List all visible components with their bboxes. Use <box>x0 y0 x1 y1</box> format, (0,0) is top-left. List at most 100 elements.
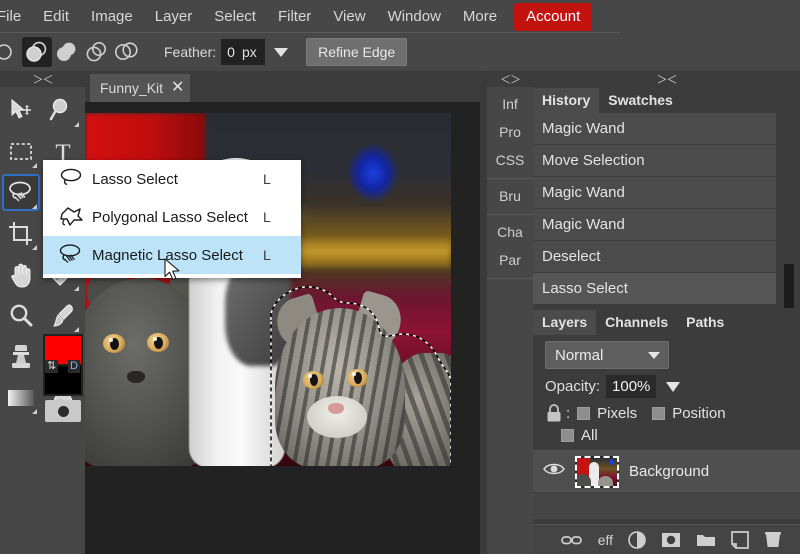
add-to-selection-button[interactable] <box>22 37 52 67</box>
adjustment-layer-icon[interactable] <box>628 531 646 549</box>
history-list[interactable]: Magic Wand Move Selection Magic Wand Mag… <box>533 113 800 308</box>
menu-item-polygonal-lasso-select[interactable]: Polygonal Lasso Select L <box>43 198 301 236</box>
menu-item-select[interactable]: Select <box>203 4 267 30</box>
rail-tab-brushes[interactable]: Bru <box>487 182 533 210</box>
tab-swatches[interactable]: Swatches <box>599 88 682 113</box>
quick-mask-icon <box>58 406 69 417</box>
layer-mask-icon[interactable] <box>661 532 681 548</box>
layer-list-empty-space <box>533 493 800 519</box>
document-tab-title: Funny_Kit <box>100 80 163 96</box>
tab-paths[interactable]: Paths <box>677 310 733 335</box>
layer-thumbnail[interactable] <box>575 456 619 488</box>
rail-group-2: Bru <box>487 179 533 215</box>
tab-channels[interactable]: Channels <box>596 310 677 335</box>
delete-layer-icon[interactable] <box>764 531 782 549</box>
menu-item-more[interactable]: More <box>452 4 508 30</box>
rail-tab-character[interactable]: Cha <box>487 218 533 246</box>
tool-magnifier[interactable] <box>0 295 42 336</box>
feather-input[interactable]: 0 px <box>221 39 265 65</box>
tool-hand[interactable] <box>0 254 42 295</box>
menu-item-file[interactable]: File <box>0 4 32 30</box>
lock-pixels-checkbox[interactable] <box>577 407 590 420</box>
menu-item-layer[interactable]: Layer <box>144 4 204 30</box>
collapsed-panel-rail: ＜＞ Inf Pro CSS Bru Cha Par <box>487 71 533 554</box>
history-item[interactable]: Magic Wand <box>533 209 776 241</box>
refine-edge-button[interactable]: Refine Edge <box>306 38 407 66</box>
tab-history[interactable]: History <box>533 88 599 113</box>
history-tab-strip: History Swatches <box>533 87 800 113</box>
rail-group-3: Cha Par <box>487 215 533 279</box>
history-item-current[interactable]: Lasso Select <box>533 273 776 305</box>
shortcut-lasso-select: L <box>263 171 301 187</box>
layer-effects-icon[interactable]: eff <box>598 532 613 548</box>
rail-tab-info[interactable]: Inf <box>487 90 533 118</box>
union-selection-button[interactable] <box>52 37 82 67</box>
layer-visibility-icon[interactable] <box>543 461 565 482</box>
menu-label-polygonal-lasso-select: Polygonal Lasso Select <box>92 209 263 226</box>
photo-editor-window: File Edit Image Layer Select Filter View… <box>0 0 800 554</box>
history-panel: ＞＜ History Swatches Magic Wand Move Sele… <box>533 71 800 308</box>
account-button[interactable]: Account <box>514 3 592 31</box>
menu-item-lasso-select[interactable]: Lasso Select L <box>43 160 301 198</box>
history-collapse-grip[interactable]: ＞＜ <box>533 71 800 87</box>
shortcut-polygonal-lasso-select: L <box>263 209 301 225</box>
tool-move[interactable] <box>0 90 42 131</box>
new-layer-icon[interactable] <box>731 531 749 549</box>
history-item[interactable]: Move Selection <box>533 145 776 177</box>
menu-item-magnetic-lasso-select[interactable]: Magnetic Lasso Select L <box>43 236 301 274</box>
menu-item-image[interactable]: Image <box>80 4 144 30</box>
menu-label-lasso-select: Lasso Select <box>92 171 263 188</box>
lock-all-checkbox[interactable] <box>561 429 574 442</box>
menu-item-view[interactable]: View <box>322 4 376 30</box>
opacity-chevron-down-icon[interactable] <box>666 382 680 392</box>
opacity-label: Opacity: <box>545 378 600 395</box>
layers-panel: Layers Channels Paths Normal Opacity: 10… <box>533 308 800 554</box>
feather-label: Feather: <box>164 44 216 60</box>
history-scrollbar-thumb[interactable] <box>784 264 794 308</box>
opacity-input[interactable]: 100% <box>606 375 656 398</box>
toolbar-collapse-grip[interactable]: ＞＜ <box>0 71 85 87</box>
history-item[interactable]: Magic Wand <box>533 177 776 209</box>
document-tab[interactable]: Funny_Kit ✕ <box>90 74 190 102</box>
rail-tab-css[interactable]: CSS <box>487 146 533 174</box>
tool-crop[interactable] <box>0 213 42 254</box>
tab-layers[interactable]: Layers <box>533 310 596 335</box>
rail-tab-paragraph[interactable]: Par <box>487 246 533 274</box>
lock-position-checkbox[interactable] <box>652 407 665 420</box>
menu-item-filter[interactable]: Filter <box>267 4 322 30</box>
layers-footer-toolbar: eff <box>533 524 800 554</box>
close-icon[interactable]: ✕ <box>171 81 184 95</box>
blend-mode-select[interactable]: Normal <box>545 341 669 369</box>
tool-options-bar: Feather: 0 px Refine Edge <box>0 33 800 71</box>
default-colors-icon[interactable]: D <box>68 360 80 373</box>
lasso-tool-flyout-menu[interactable]: Lasso Select L Polygonal Lasso Select L <box>43 160 301 278</box>
grey-kitten-nose <box>127 371 145 383</box>
selection-mode-group <box>0 37 142 67</box>
tool-gradient[interactable] <box>0 377 42 418</box>
new-group-icon[interactable] <box>696 532 716 548</box>
menu-item-edit[interactable]: Edit <box>32 4 80 30</box>
tool-brush[interactable] <box>42 295 84 336</box>
swap-colors-icon[interactable]: ⇅ <box>45 360 58 373</box>
color-swatch-area: ⇅ D <box>43 334 85 418</box>
subtract-from-selection-button[interactable] <box>82 37 112 67</box>
menu-item-window[interactable]: Window <box>377 4 452 30</box>
blend-mode-value: Normal <box>555 347 603 364</box>
chevron-down-icon[interactable] <box>274 48 288 57</box>
tool-zoom-select[interactable] <box>42 90 84 131</box>
chevron-down-icon <box>648 352 660 359</box>
link-layers-icon[interactable] <box>561 533 583 547</box>
rail-expand-grip[interactable]: ＜＞ <box>487 71 533 87</box>
tool-rectangular-marquee[interactable] <box>0 131 42 172</box>
intersect-selection-button[interactable] <box>112 37 142 67</box>
quick-mask-button[interactable] <box>45 400 81 422</box>
tool-clone-stamp[interactable] <box>0 336 42 377</box>
history-item[interactable]: Magic Wand <box>533 113 776 145</box>
new-selection-button[interactable] <box>0 37 22 67</box>
history-item[interactable]: Deselect <box>533 241 776 273</box>
tool-lasso[interactable] <box>0 172 42 213</box>
layers-tab-strip: Layers Channels Paths <box>533 308 800 335</box>
layer-row[interactable]: Background <box>533 451 800 493</box>
rail-tab-properties[interactable]: Pro <box>487 118 533 146</box>
tabby-kitten-eye-right <box>347 369 368 387</box>
